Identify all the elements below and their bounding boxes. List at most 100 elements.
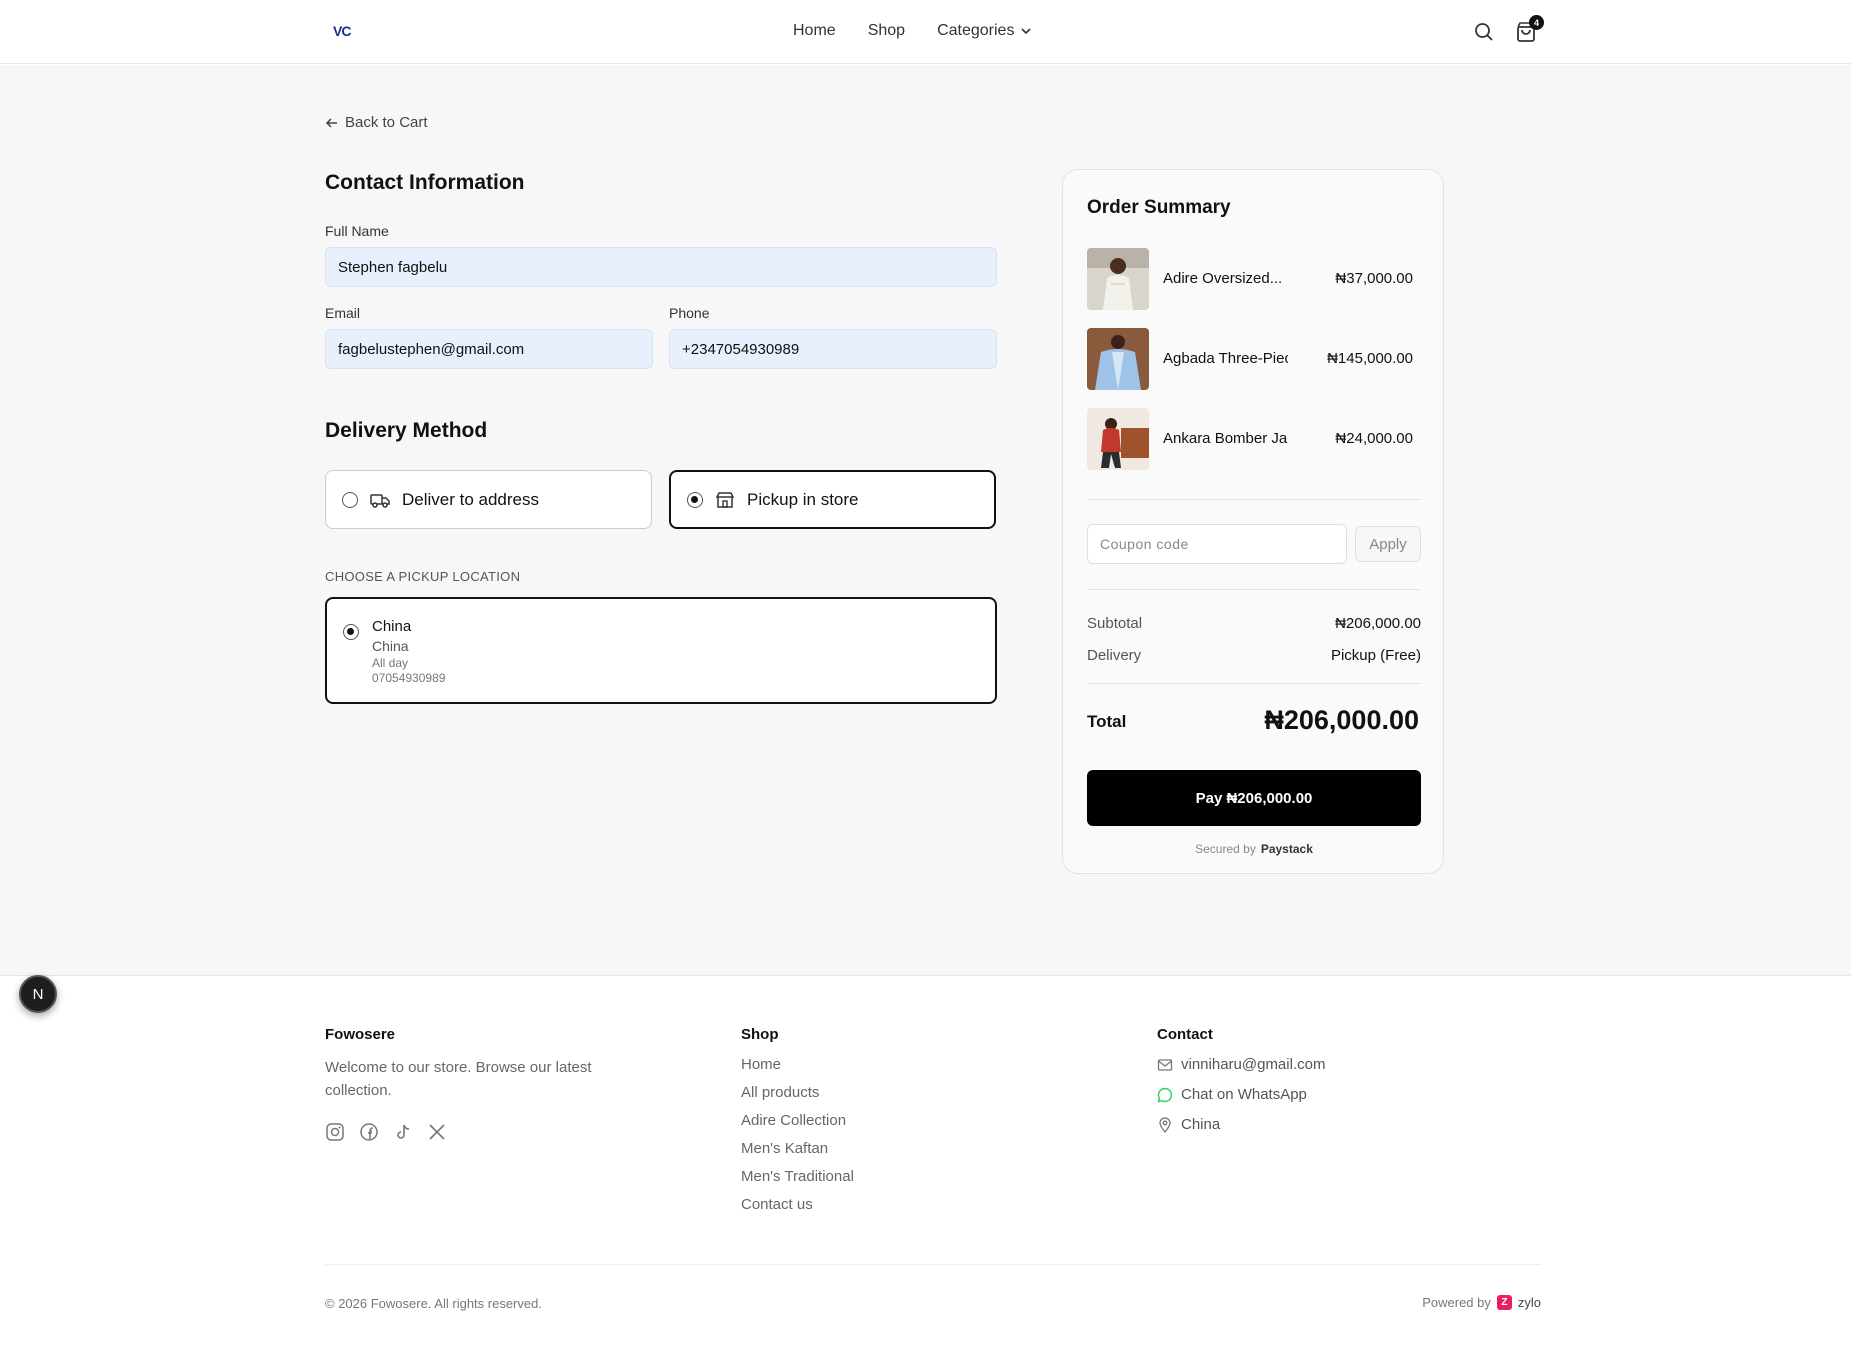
email-label: Email: [325, 305, 361, 321]
footer-link-all-products[interactable]: All products: [741, 1084, 819, 1101]
pickup-in-store-option[interactable]: Pickup in store: [669, 470, 996, 529]
site-header: VC Home Shop Categories 4: [0, 0, 1851, 64]
site-footer: Fowosere Welcome to our store. Browse ou…: [0, 975, 1851, 1360]
pickup-in-store-label: Pickup in store: [747, 489, 859, 509]
deliver-radio[interactable]: [342, 491, 358, 508]
item-price: ₦37,000.00: [1335, 270, 1413, 287]
contact-email: vinniharu@gmail.com: [1181, 1056, 1326, 1073]
deliver-to-address-option[interactable]: Deliver to address: [325, 470, 652, 529]
nav-home[interactable]: Home: [793, 22, 836, 40]
item-price: ₦24,000.00: [1335, 430, 1413, 447]
order-summary-card: Order Summary Adire Oversized... ₦37,000…: [1062, 169, 1444, 874]
summary-item: Agbada Three-Piec... ₦145,000.00: [1087, 328, 1421, 390]
contact-whatsapp: Chat on WhatsApp: [1181, 1086, 1307, 1103]
instagram-icon[interactable]: [325, 1122, 345, 1142]
footer-link-home[interactable]: Home: [741, 1056, 781, 1073]
location-city: China: [372, 638, 409, 654]
full-name-label: Full Name: [325, 223, 389, 239]
pay-button[interactable]: Pay ₦206,000.00: [1087, 770, 1421, 826]
secured-by-label: Secured by: [1195, 842, 1256, 856]
total-label: Total: [1087, 712, 1127, 731]
facebook-icon[interactable]: [359, 1122, 379, 1142]
cart-count-badge: 4: [1529, 15, 1544, 30]
back-to-cart-link[interactable]: Back to Cart: [325, 114, 428, 131]
zylo-brand: zylo: [1517, 1295, 1541, 1310]
footer-link-mens-traditional[interactable]: Men's Traditional: [741, 1168, 854, 1185]
phone-field[interactable]: +2347054930989: [669, 329, 997, 369]
item-name: Agbada Three-Piec...: [1163, 350, 1288, 367]
coupon-input[interactable]: Coupon code: [1087, 524, 1347, 564]
summary-divider: [1087, 683, 1421, 684]
subtotal-label: Subtotal: [1087, 615, 1143, 632]
whatsapp-icon: [1157, 1087, 1173, 1102]
item-name: Adire Oversized...: [1163, 270, 1283, 287]
payment-provider: Paystack: [1260, 842, 1313, 856]
social-links: [325, 1122, 447, 1142]
header-actions: 4: [1472, 15, 1544, 44]
summary-item: Ankara Bomber Jacket ₦24,000.00: [1087, 408, 1421, 470]
footer-shop-title: Shop: [741, 1026, 779, 1043]
mail-icon: [1157, 1058, 1173, 1071]
product-thumbnail: [1087, 408, 1149, 470]
footer-link-mens-kaftan[interactable]: Men's Kaftan: [741, 1140, 828, 1157]
nav-categories[interactable]: Categories: [937, 22, 1032, 40]
apply-coupon-button[interactable]: Apply: [1355, 526, 1421, 562]
back-to-cart-label: Back to Cart: [345, 114, 428, 131]
contact-location-text: China: [1181, 1116, 1221, 1133]
store-icon: [715, 491, 735, 508]
subtotal-value: ₦206,000.00: [1335, 615, 1421, 632]
nav-shop[interactable]: Shop: [868, 22, 905, 40]
dev-tools-badge[interactable]: N: [19, 975, 57, 1013]
copyright: © 2026 Fowosere. All rights reserved.: [325, 1296, 542, 1311]
total-value: ₦206,000.00: [1264, 705, 1419, 735]
footer-contact-title: Contact: [1157, 1026, 1213, 1043]
phone-label: Phone: [669, 305, 710, 321]
checkout-main: Back to Cart Contact Information Full Na…: [0, 65, 1851, 975]
footer-description: Welcome to our store. Browse our latest …: [325, 1059, 592, 1099]
footer-brand: Fowosere: [325, 1026, 396, 1043]
tiktok-icon[interactable]: [393, 1122, 413, 1142]
zylo-logo-icon: Z: [1496, 1295, 1512, 1310]
footer-link-contact-us[interactable]: Contact us: [741, 1196, 813, 1213]
location-name: China: [372, 618, 412, 635]
pickup-radio[interactable]: [687, 491, 703, 508]
cart-button[interactable]: 4: [1514, 15, 1544, 44]
product-thumbnail: [1087, 248, 1149, 310]
secured-by-note: Secured by Paystack: [1063, 842, 1445, 856]
location-hours: All day: [372, 656, 409, 670]
contact-title: Contact Information: [325, 171, 525, 194]
deliver-to-address-label: Deliver to address: [402, 489, 540, 509]
delivery-row: Delivery Pickup (Free): [1087, 647, 1421, 664]
powered-by-label: Powered by: [1422, 1295, 1491, 1310]
summary-item: Adire Oversized... ₦37,000.00: [1087, 248, 1421, 310]
pickup-location-radio[interactable]: [343, 624, 359, 640]
pickup-location-card[interactable]: China China All day 07054930989: [325, 597, 997, 704]
map-pin-icon: [1159, 1116, 1171, 1133]
delivery-label: Delivery: [1087, 647, 1142, 664]
search-icon[interactable]: [1472, 20, 1496, 44]
footer-divider: [325, 1264, 1541, 1265]
delivery-value: Pickup (Free): [1330, 647, 1421, 664]
item-price: ₦145,000.00: [1327, 350, 1413, 367]
product-thumbnail: [1087, 328, 1149, 390]
subtotal-row: Subtotal ₦206,000.00: [1087, 615, 1421, 632]
pickup-location-heading: CHOOSE A PICKUP LOCATION: [325, 569, 521, 584]
footer-link-adire-collection[interactable]: Adire Collection: [741, 1112, 846, 1129]
summary-divider: [1087, 589, 1421, 590]
site-logo[interactable]: VC: [333, 23, 351, 39]
contact-location: China: [1157, 1116, 1220, 1133]
order-summary-title: Order Summary: [1087, 197, 1231, 218]
whatsapp-chat-link[interactable]: Chat on WhatsApp: [1157, 1086, 1307, 1103]
main-nav: Home Shop Categories: [793, 22, 1032, 40]
x-icon[interactable]: [427, 1122, 447, 1142]
truck-icon: [370, 493, 390, 508]
email-field[interactable]: fagbelustephen@gmail.com: [325, 329, 653, 369]
nav-categories-label: Categories: [937, 22, 1015, 39]
summary-divider: [1087, 499, 1421, 500]
powered-by[interactable]: Powered by Z zylo: [1422, 1295, 1541, 1310]
delivery-title: Delivery Method: [325, 419, 488, 442]
contact-email-link[interactable]: vinniharu@gmail.com: [1157, 1056, 1325, 1073]
full-name-field[interactable]: Stephen fagbelu: [325, 247, 997, 287]
arrow-left-icon: [325, 117, 337, 128]
chevron-down-icon: [1021, 28, 1032, 35]
